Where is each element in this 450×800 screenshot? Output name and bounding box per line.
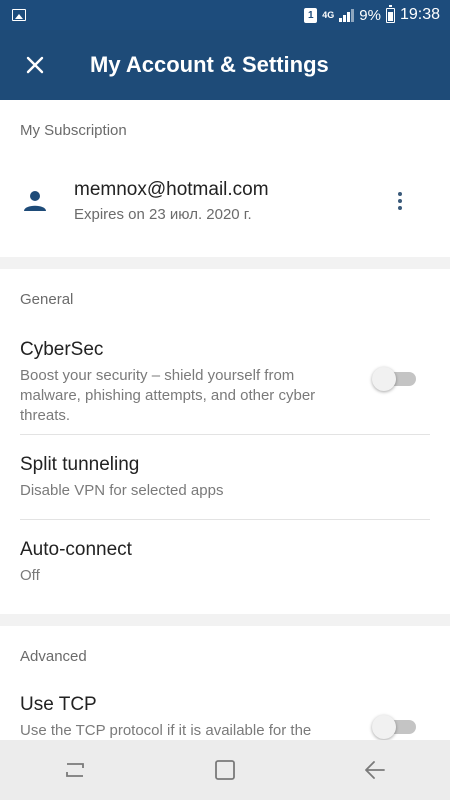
setting-use-tcp[interactable]: Use TCP Use the TCP protocol if it is av…: [0, 694, 450, 740]
section-gap: [0, 257, 450, 269]
person-icon: [24, 191, 46, 211]
home-icon: [215, 760, 235, 780]
section-gap: [0, 614, 450, 626]
setting-title: Split tunneling: [20, 454, 140, 475]
battery-icon: [385, 4, 395, 23]
setting-title: Auto-connect: [20, 539, 132, 560]
network-type-label: 4G: [322, 9, 335, 20]
page-title: My Account & Settings: [90, 52, 329, 77]
close-icon: [26, 56, 44, 74]
use-tcp-toggle[interactable]: [372, 715, 416, 739]
settings-content[interactable]: My Subscription memnox@hotmail.com Expir…: [0, 100, 450, 740]
setting-description: Disable VPN for selected apps: [20, 482, 224, 499]
status-clock: 19:38: [399, 6, 440, 23]
advanced-section: Advanced Use TCP Use the TCP protocol if…: [0, 626, 450, 740]
status-left: [12, 9, 304, 21]
account-email: memnox@hotmail.com: [74, 179, 269, 200]
status-right: 1 4G 9% 19:38: [304, 4, 440, 24]
setting-cybersec[interactable]: CyberSec Boost your security – shield yo…: [0, 339, 450, 434]
more-vertical-icon[interactable]: [380, 181, 420, 221]
sim-badge: 1: [304, 7, 318, 23]
status-bar: 1 4G 9% 19:38: [0, 0, 450, 30]
recents-button[interactable]: [45, 740, 105, 800]
account-row: memnox@hotmail.com Expires on 23 июл. 20…: [0, 176, 450, 226]
close-button[interactable]: [0, 30, 70, 100]
account-text: memnox@hotmail.com Expires on 23 июл. 20…: [74, 179, 380, 223]
cybersec-toggle[interactable]: [372, 367, 416, 391]
setting-auto-connect[interactable]: Auto-connect Off: [0, 520, 450, 614]
battery-percent: 9%: [359, 6, 381, 24]
signal-strength-icon: [339, 8, 355, 22]
setting-description: Off: [20, 567, 40, 584]
recents-icon: [66, 763, 84, 777]
section-label-general: General: [20, 291, 74, 308]
section-label-subscription: My Subscription: [20, 122, 127, 139]
screen: 1 4G 9% 19:38 My Account & Settings My S…: [0, 0, 450, 800]
image-notification-icon: [12, 9, 26, 21]
setting-description: Use the TCP protocol if it is available …: [20, 722, 312, 739]
back-icon: [365, 761, 385, 779]
section-label-advanced: Advanced: [20, 648, 87, 665]
avatar: [20, 190, 50, 212]
general-section: General CyberSec Boost your security – s…: [0, 269, 450, 614]
home-button[interactable]: [195, 740, 255, 800]
setting-split-tunneling[interactable]: Split tunneling Disable VPN for selected…: [0, 435, 450, 519]
subscription-section: My Subscription memnox@hotmail.com Expir…: [0, 100, 450, 257]
setting-title: CyberSec: [20, 339, 104, 360]
back-button[interactable]: [345, 740, 405, 800]
subscription-expiry: Expires on 23 июл. 2020 г.: [74, 206, 252, 223]
system-nav-bar: [0, 740, 450, 800]
app-header: My Account & Settings: [0, 30, 450, 100]
setting-description: Boost your security – shield yourself fr…: [20, 367, 316, 424]
setting-title: Use TCP: [20, 694, 97, 715]
